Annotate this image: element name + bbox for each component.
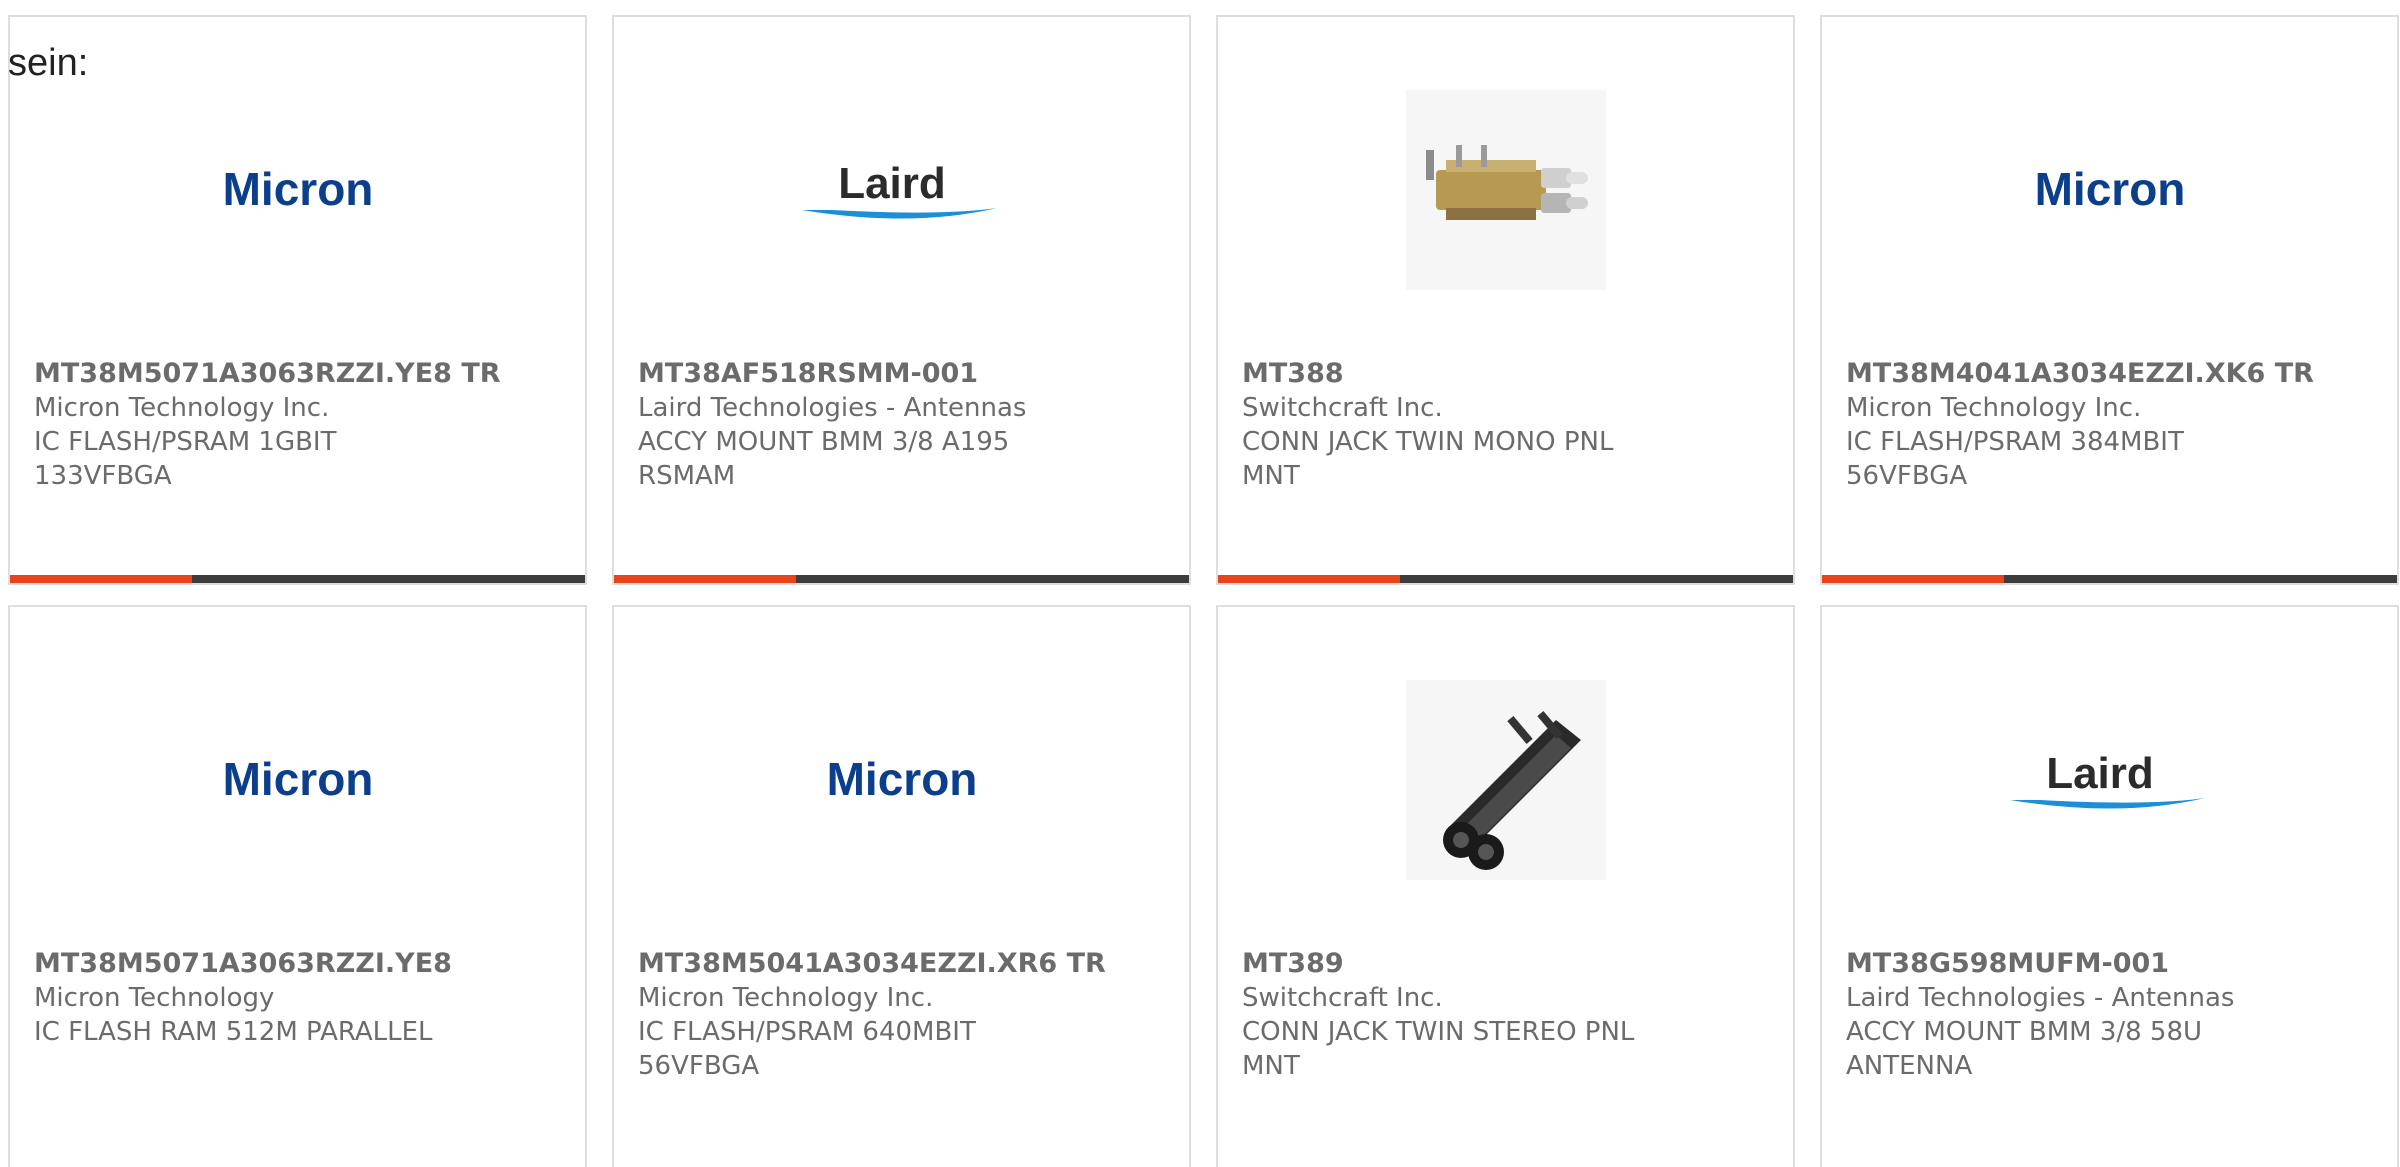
progress-bar-accent xyxy=(10,575,192,583)
description-line-2: RSMAM xyxy=(638,461,736,491)
part-number[interactable]: MT38AF518RSMM-001 xyxy=(638,357,1165,391)
product-info: MT38M5071A3063RZZI.YE8 Micron Technology… xyxy=(34,947,561,1049)
description-line-2: 56VFBGA xyxy=(638,1051,760,1081)
part-number[interactable]: MT388 xyxy=(1242,357,1769,391)
part-number[interactable]: MT38M5071A3063RZZI.YE8 xyxy=(34,947,561,981)
progress-bar xyxy=(1218,575,1793,583)
micron-logo-icon: Micron xyxy=(826,753,977,805)
progress-bar xyxy=(1822,575,2397,583)
product-info: MT38AF518RSMM-001 Laird Technologies - A… xyxy=(638,357,1165,493)
manufacturer: Micron Technology Inc. xyxy=(1846,393,2142,423)
part-number[interactable]: MT38G598MUFM-001 xyxy=(1846,947,2373,981)
product-info: MT388 Switchcraft Inc. CONN JACK TWIN MO… xyxy=(1242,357,1769,493)
laird-logo-icon: Laird xyxy=(2009,749,2205,809)
audio-jack-icon xyxy=(1405,89,1606,290)
micron-logo-icon: Micron xyxy=(222,163,373,215)
manufacturer: Laird Technologies - Antennas xyxy=(638,393,1027,423)
manufacturer: Laird Technologies - Antennas xyxy=(1846,983,2235,1013)
product-info: MT38G598MUFM-001 Laird Technologies - An… xyxy=(1846,947,2373,1083)
product-card[interactable]: Micron MT38M5041A3034EZZI.XR6 TR Micron … xyxy=(612,605,1191,1167)
page: sein: Micron MT38M5071A3063RZZI.YE8 TR M… xyxy=(0,0,2400,1167)
part-number[interactable]: MT38M5041A3034EZZI.XR6 TR xyxy=(638,947,1165,981)
product-image: Micron xyxy=(1822,82,2397,297)
product-info: MT38M5071A3063RZZI.YE8 TR Micron Technol… xyxy=(34,357,561,493)
product-image xyxy=(1218,82,1793,297)
description-line-1: IC FLASH RAM 512M PARALLEL xyxy=(34,1017,433,1047)
product-image: Micron xyxy=(10,82,585,297)
svg-text:Micron: Micron xyxy=(222,753,373,805)
progress-bar-accent xyxy=(614,575,796,583)
product-image: Micron xyxy=(10,672,585,887)
product-grid: Micron MT38M5071A3063RZZI.YE8 TR Micron … xyxy=(8,15,2399,1167)
description-line-2: 56VFBGA xyxy=(1846,461,1968,491)
svg-text:Micron: Micron xyxy=(222,163,373,215)
micron-logo-icon: Micron xyxy=(222,753,373,805)
part-number[interactable]: MT38M5071A3063RZZI.YE8 TR xyxy=(34,357,561,391)
part-number[interactable]: MT38M4041A3034EZZI.XK6 TR xyxy=(1846,357,2373,391)
manufacturer: Switchcraft Inc. xyxy=(1242,393,1443,423)
product-image xyxy=(1218,672,1793,887)
product-image: Laird xyxy=(614,82,1189,297)
description-line-1: CONN JACK TWIN STEREO PNL xyxy=(1242,1017,1635,1047)
product-card[interactable]: MT389 Switchcraft Inc. CONN JACK TWIN ST… xyxy=(1216,605,1795,1167)
description-line-2: MNT xyxy=(1242,1051,1300,1081)
manufacturer: Micron Technology Inc. xyxy=(34,393,330,423)
manufacturer: Switchcraft Inc. xyxy=(1242,983,1443,1013)
micron-logo-icon: Micron xyxy=(2034,163,2185,215)
product-card[interactable]: Micron MT38M5071A3063RZZI.YE8 TR Micron … xyxy=(8,15,587,585)
laird-logo-icon: Laird xyxy=(801,159,997,219)
product-card[interactable]: Micron MT38M4041A3034EZZI.XK6 TR Micron … xyxy=(1820,15,2399,585)
description-line-1: ACCY MOUNT BMM 3/8 58U xyxy=(1846,1017,2203,1047)
svg-text:Laird: Laird xyxy=(838,159,946,208)
progress-bar-accent xyxy=(1822,575,2004,583)
part-number[interactable]: MT389 xyxy=(1242,947,1769,981)
svg-text:Micron: Micron xyxy=(826,753,977,805)
description-line-1: IC FLASH/PSRAM 640MBIT xyxy=(638,1017,976,1047)
product-card[interactable]: Micron MT38M5071A3063RZZI.YE8 Micron Tec… xyxy=(8,605,587,1167)
product-card[interactable]: MT388 Switchcraft Inc. CONN JACK TWIN MO… xyxy=(1216,15,1795,585)
description-line-1: CONN JACK TWIN MONO PNL xyxy=(1242,427,1614,457)
product-info: MT38M4041A3034EZZI.XK6 TR Micron Technol… xyxy=(1846,357,2373,493)
stereo-jack-icon xyxy=(1405,679,1606,880)
svg-text:Laird: Laird xyxy=(2046,749,2154,798)
description-line-2: MNT xyxy=(1242,461,1300,491)
product-card[interactable]: Laird MT38AF518RSMM-001 Laird Technologi… xyxy=(612,15,1191,585)
description-line-1: ACCY MOUNT BMM 3/8 A195 xyxy=(638,427,1010,457)
description-line-2: 133VFBGA xyxy=(34,461,172,491)
manufacturer: Micron Technology Inc. xyxy=(638,983,934,1013)
progress-bar xyxy=(10,575,585,583)
svg-text:Micron: Micron xyxy=(2034,163,2185,215)
progress-bar xyxy=(614,575,1189,583)
intro-text: sein: xyxy=(8,42,89,84)
product-card[interactable]: Laird MT38G598MUFM-001 Laird Technologie… xyxy=(1820,605,2399,1167)
product-info: MT389 Switchcraft Inc. CONN JACK TWIN ST… xyxy=(1242,947,1769,1083)
description-line-2: ANTENNA xyxy=(1846,1051,1973,1081)
product-image: Micron xyxy=(614,672,1189,887)
product-image: Laird xyxy=(1822,672,2397,887)
product-info: MT38M5041A3034EZZI.XR6 TR Micron Technol… xyxy=(638,947,1165,1083)
progress-bar-accent xyxy=(1218,575,1400,583)
description-line-1: IC FLASH/PSRAM 1GBIT xyxy=(34,427,337,457)
manufacturer: Micron Technology xyxy=(34,983,275,1013)
description-line-1: IC FLASH/PSRAM 384MBIT xyxy=(1846,427,2184,457)
